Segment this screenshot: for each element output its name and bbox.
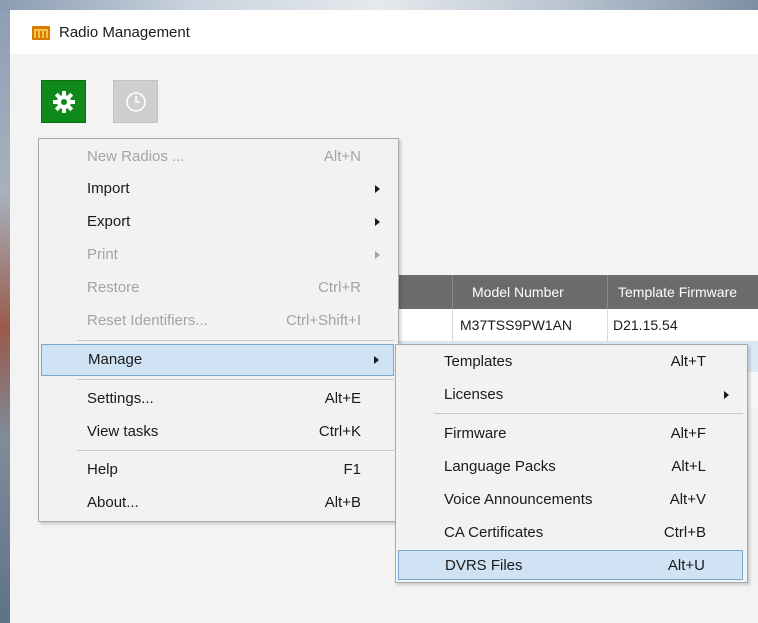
menu-item-shortcut: Ctrl+K [318, 423, 361, 440]
menu-item-label: Language Packs [444, 458, 556, 475]
menu-item-label: DVRS Files [445, 557, 523, 574]
cell-divider [452, 309, 453, 341]
table-row[interactable]: M37TSS9PW1AN D21.15.54 [396, 309, 758, 342]
gear-icon [52, 90, 75, 113]
menu-item-label: Firmware [444, 425, 507, 442]
menu-item-manage[interactable]: Manage [41, 344, 394, 376]
menu-item-label: CA Certificates [444, 524, 544, 541]
menu-item-label: Import [87, 180, 130, 197]
menu-item-label: Export [87, 213, 131, 230]
menu-item-shortcut: Alt+L [671, 458, 706, 475]
menu-item-label: Licenses [444, 386, 504, 403]
menu-item-shortcut: Ctrl+B [663, 524, 706, 541]
menu-item-reset-identifiers[interactable]: Reset Identifiers... Ctrl+Shift+I [41, 306, 394, 336]
menu-item-restore[interactable]: Restore Ctrl+R [41, 273, 394, 303]
menu-item-shortcut: Ctrl+Shift+I [285, 312, 361, 329]
menu-item-label: Reset Identifiers... [87, 312, 208, 329]
model-number-cell: M37TSS9PW1AN [460, 317, 573, 333]
submenu-arrow-icon [374, 356, 379, 364]
menu-item-import[interactable]: Import [41, 174, 394, 204]
menu-item-view-tasks[interactable]: View tasks Ctrl+K [41, 417, 394, 447]
menu-item-label: View tasks [87, 423, 159, 440]
menu-item-shortcut: Ctrl+R [318, 279, 361, 296]
submenu-item-dvrs-files[interactable]: DVRS Files Alt+U [398, 550, 743, 580]
submenu-item-licenses[interactable]: Licenses [398, 380, 743, 410]
column-divider [452, 275, 453, 309]
menu-item-shortcut: F1 [343, 461, 361, 478]
cell-divider [607, 309, 608, 341]
clock-icon [125, 91, 146, 112]
menu-item-settings[interactable]: Settings... Alt+E [41, 384, 394, 414]
menu-item-print[interactable]: Print [41, 240, 394, 270]
menu-separator [77, 450, 394, 451]
desktop-background-left [0, 10, 10, 623]
menu-item-label: New Radios ... [87, 148, 185, 165]
menu-item-shortcut: Alt+E [324, 390, 361, 407]
menu-item-label: Print [87, 246, 118, 263]
menu-item-label: Settings... [87, 390, 154, 407]
submenu-arrow-icon [375, 251, 380, 259]
menu-item-help[interactable]: Help F1 [41, 455, 394, 485]
submenu-arrow-icon [724, 391, 729, 399]
title-bar: Radio Management [10, 10, 758, 54]
menu-separator [77, 379, 394, 380]
manage-submenu: Templates Alt+T Licenses Firmware Alt+F … [395, 344, 748, 583]
table-header: Model Number Template Firmware [396, 275, 758, 309]
menu-item-label: Voice Announcements [444, 491, 593, 508]
menu-item-shortcut: Alt+V [669, 491, 706, 508]
tasks-button[interactable] [113, 80, 158, 123]
settings-menu-button[interactable] [41, 80, 86, 123]
desktop-background [0, 0, 758, 10]
column-divider [607, 275, 608, 309]
menu-item-label: Help [87, 461, 118, 478]
menu-item-shortcut: Alt+B [324, 494, 361, 511]
menu-item-label: Manage [88, 351, 143, 368]
submenu-arrow-icon [375, 218, 380, 226]
window-title: Radio Management [59, 24, 190, 41]
settings-dropdown-menu: New Radios ... Alt+N Import Export Print… [38, 138, 399, 522]
menu-item-about[interactable]: About... Alt+B [41, 488, 394, 518]
column-header-template-firmware[interactable]: Template Firmware [618, 275, 737, 309]
menu-item-shortcut: Alt+T [670, 353, 706, 370]
app-icon [32, 26, 50, 40]
submenu-item-voice-announcements[interactable]: Voice Announcements Alt+V [398, 485, 743, 515]
menu-item-new-radios[interactable]: New Radios ... Alt+N [41, 142, 394, 172]
menu-item-label: About... [87, 494, 139, 511]
menu-item-shortcut: Alt+U [667, 557, 705, 574]
menu-item-label: Restore [87, 279, 140, 296]
menu-separator [434, 413, 743, 414]
menu-item-export[interactable]: Export [41, 207, 394, 237]
template-firmware-cell: D21.15.54 [613, 317, 678, 333]
menu-item-label: Templates [444, 353, 513, 370]
column-header-model-number[interactable]: Model Number [472, 275, 564, 309]
submenu-item-ca-certificates[interactable]: CA Certificates Ctrl+B [398, 518, 743, 548]
menu-item-shortcut: Alt+F [670, 425, 706, 442]
submenu-arrow-icon [375, 185, 380, 193]
menu-separator [77, 340, 394, 341]
submenu-item-language-packs[interactable]: Language Packs Alt+L [398, 452, 743, 482]
submenu-item-templates[interactable]: Templates Alt+T [398, 347, 743, 377]
menu-item-shortcut: Alt+N [323, 148, 361, 165]
submenu-item-firmware[interactable]: Firmware Alt+F [398, 419, 743, 449]
